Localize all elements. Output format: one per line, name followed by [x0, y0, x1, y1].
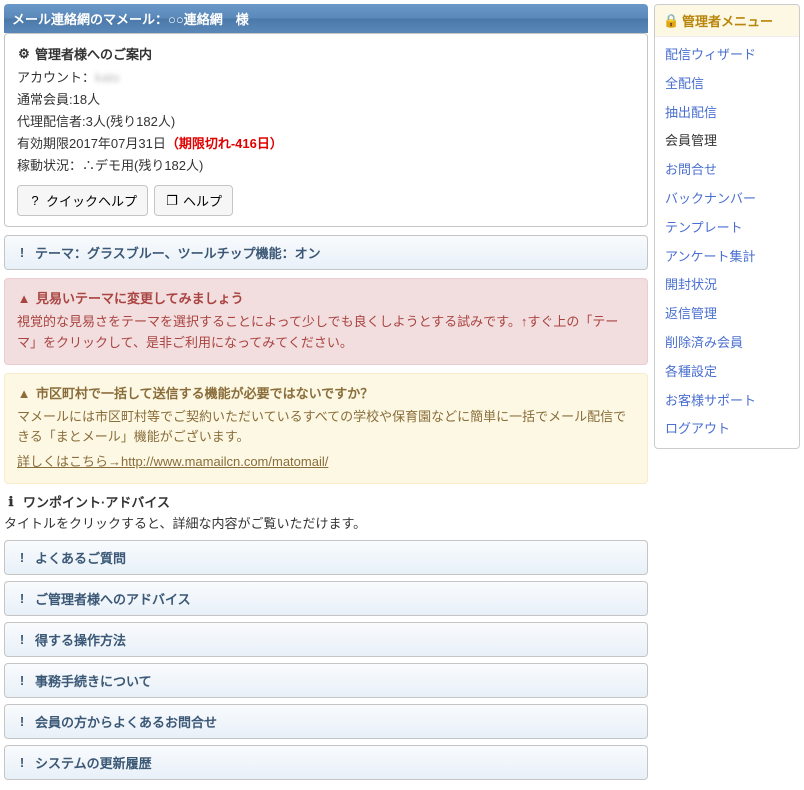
page-title-bar: メール連絡網のマメール：○○連絡網 様	[4, 4, 648, 33]
sidebar-item-9[interactable]: 返信管理	[655, 300, 799, 329]
help-button[interactable]: ❐ ヘルプ	[154, 185, 233, 216]
bang-icon: !	[15, 632, 29, 647]
advice-item-1[interactable]: ! ご管理者様へのアドバイス	[4, 581, 648, 616]
sidebar-item-12[interactable]: お客様サポート	[655, 387, 799, 416]
matomail-alert-body: マメールには市区町村等でご契約いただいているすべての学校や保育園などに簡単に一括…	[17, 407, 635, 449]
gear-icon: ⚙	[17, 46, 31, 62]
bang-icon: !	[15, 673, 29, 688]
sidebar-item-13[interactable]: ログアウト	[655, 415, 799, 444]
question-icon: ?	[28, 193, 42, 208]
theme-alert-title: 見易いテーマに変更してみましょう	[36, 289, 244, 310]
advice-item-4[interactable]: ! 会員の方からよくあるお問合せ	[4, 704, 648, 739]
sidebar-item-0[interactable]: 配信ウィザード	[655, 41, 799, 70]
theme-strip-label: テーマ：グラスブルー、ツールチップ機能：オン	[35, 243, 321, 262]
warning-icon: ▲	[17, 384, 31, 405]
advice-item-label: 会員の方からよくあるお問合せ	[35, 712, 217, 731]
sidebar-item-5[interactable]: バックナンバー	[655, 185, 799, 214]
expire-line: 有効期限2017年07月31日（期限切れ-416日）	[17, 133, 635, 155]
advice-item-label: 事務手続きについて	[35, 671, 152, 690]
matomail-alert-title: 市区町村で一括して送信する機能が必要ではないですか？	[36, 384, 373, 405]
advice-item-0[interactable]: ! よくあるご質問	[4, 540, 648, 575]
matomail-alert: ▲ 市区町村で一括して送信する機能が必要ではないですか？ マメールには市区町村等…	[4, 373, 648, 484]
advice-sub: タイトルをクリックすると、詳細な内容がご覧いただけます。	[4, 513, 648, 532]
matomail-link[interactable]: 詳しくはこちら→http://www.mamailcn.com/matomail…	[17, 454, 328, 469]
sidebar-item-7[interactable]: アンケート集計	[655, 243, 799, 272]
theme-suggestion-alert: ▲ 見易いテーマに変更してみましょう 視覚的な見易さをテーマを選択することによっ…	[4, 278, 648, 364]
sidebar-item-3[interactable]: 会員管理	[655, 127, 799, 156]
advice-item-2[interactable]: ! 得する操作方法	[4, 622, 648, 657]
bang-icon: !	[15, 245, 29, 260]
members-line: 通常会員:18人	[17, 89, 635, 111]
advice-item-5[interactable]: ! システムの更新履歴	[4, 745, 648, 780]
sidebar-item-4[interactable]: お問合せ	[655, 156, 799, 185]
advice-item-label: 得する操作方法	[35, 630, 126, 649]
admin-info-heading: 管理者様へのご案内	[35, 44, 152, 63]
warning-icon: ▲	[17, 289, 31, 310]
advice-heading: ℹ ワンポイント·アドバイス	[4, 492, 648, 511]
bang-icon: !	[15, 550, 29, 565]
sidebar-item-8[interactable]: 開封状況	[655, 271, 799, 300]
bang-icon: !	[15, 591, 29, 606]
sidebar-item-10[interactable]: 削除済み会員	[655, 329, 799, 358]
theme-alert-body: 視覚的な見易さをテーマを選択することによって少しでも良くしようとする試みです。↑…	[17, 312, 635, 354]
info-icon: ℹ	[4, 494, 18, 510]
sidebar-item-1[interactable]: 全配信	[655, 70, 799, 99]
bang-icon: !	[15, 714, 29, 729]
sidebar-item-2[interactable]: 抽出配信	[655, 99, 799, 128]
status-line: 稼動状況：∴デモ用(残り182人)	[17, 155, 635, 177]
page-title: メール連絡網のマメール：○○連絡網 様	[12, 12, 249, 27]
account-line: アカウント：kato	[17, 67, 635, 89]
sidebar-title: 管理者メニュー	[682, 11, 773, 30]
admin-sidebar: 🔒 管理者メニュー 配信ウィザード全配信抽出配信会員管理お問合せバックナンバーテ…	[654, 4, 800, 449]
advice-item-label: システムの更新履歴	[35, 753, 152, 772]
advice-item-label: ご管理者様へのアドバイス	[35, 589, 191, 608]
quick-help-button[interactable]: ? クイックヘルプ	[17, 185, 148, 216]
sidebar-item-6[interactable]: テンプレート	[655, 214, 799, 243]
advice-item-label: よくあるご質問	[35, 548, 126, 567]
advice-item-3[interactable]: ! 事務手続きについて	[4, 663, 648, 698]
bang-icon: !	[15, 755, 29, 770]
lock-icon: 🔒	[663, 13, 677, 29]
sidebar-item-11[interactable]: 各種設定	[655, 358, 799, 387]
proxy-line: 代理配信者:3人(残り182人)	[17, 111, 635, 133]
popup-icon: ❐	[165, 193, 179, 209]
advice-accordion: ! よくあるご質問! ご管理者様へのアドバイス! 得する操作方法! 事務手続きについて!…	[4, 540, 648, 780]
theme-strip[interactable]: ! テーマ：グラスブルー、ツールチップ機能：オン	[4, 235, 648, 270]
admin-info-panel: ⚙ 管理者様へのご案内 アカウント：kato 通常会員:18人 代理配信者:3人…	[4, 33, 648, 227]
